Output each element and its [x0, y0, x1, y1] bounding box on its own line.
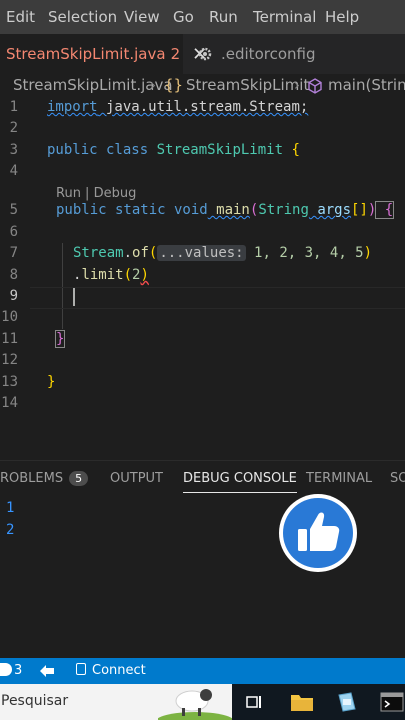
array-brackets: []	[351, 202, 368, 218]
breadcrumb-class[interactable]: StreamSkipLimit	[186, 76, 309, 94]
menu-go[interactable]: Go	[173, 8, 194, 26]
line-number: 14	[1, 395, 18, 411]
class-name: Stream	[73, 245, 124, 261]
tab-label: .editorconfig	[221, 45, 316, 63]
error-count[interactable]: 3	[14, 663, 22, 678]
codelens-run-debug[interactable]: Run | Debug	[56, 186, 136, 201]
line-number: 12	[1, 352, 18, 368]
menu-terminal[interactable]: Terminal	[253, 8, 316, 26]
line-number: 5	[9, 202, 18, 218]
code-line-8[interactable]: .limit(2)	[73, 267, 149, 283]
folder-icon[interactable]	[290, 692, 314, 712]
tab-label: ROBLEMS	[0, 471, 64, 486]
paren: (	[123, 267, 133, 283]
indent-guide	[62, 243, 63, 329]
keyword: public static void	[56, 202, 208, 218]
line-number: 2	[9, 120, 18, 136]
code-line-5[interactable]: public static void main(String args[]) {	[56, 201, 395, 219]
editor-tab-bar: StreamSkipLimit.java 2 ✕ .editorconfig	[0, 34, 405, 74]
brace: {	[375, 201, 395, 219]
numbers: 1, 2, 3, 4, 5	[245, 245, 364, 261]
line-number: 1	[9, 99, 18, 115]
search-placeholder: Pesquisar	[1, 693, 69, 709]
tab-more[interactable]: SO	[390, 471, 405, 486]
terminal-icon[interactable]	[380, 692, 404, 712]
menu-edit[interactable]: Edit	[6, 8, 35, 26]
thumbs-up-icon[interactable]	[278, 493, 358, 573]
method-name: limit	[81, 267, 124, 283]
status-bar: 3 Connect	[0, 658, 405, 684]
bottom-panel: ROBLEMS 5 OUTPUT DEBUG CONSOLE TERMINAL S…	[0, 460, 405, 656]
chevron-right-icon: ›	[150, 76, 156, 94]
code-line-1[interactable]: import java.util.stream.Stream;	[47, 99, 308, 115]
dot: .	[123, 245, 133, 261]
line-number: 8	[9, 267, 18, 283]
class-name: StreamSkipLimit	[148, 142, 284, 158]
console-output-line: 1	[6, 500, 15, 516]
tab-editorconfig[interactable]: .editorconfig	[183, 34, 343, 74]
tab-output[interactable]: OUTPUT	[110, 471, 163, 486]
parameter-hint: ...values:	[157, 245, 246, 261]
paren: )	[363, 245, 373, 261]
line-number: 6	[9, 224, 18, 240]
param-name: args	[308, 202, 352, 218]
import-path: java.util.stream.Stream;	[97, 99, 309, 115]
database-icon	[76, 663, 86, 675]
search-illustration	[158, 689, 232, 720]
tab-terminal[interactable]: TERMINAL	[306, 471, 372, 486]
paren: )	[140, 267, 149, 283]
menu-selection[interactable]: Selection	[48, 8, 117, 26]
breadcrumb: StreamSkipLimit.java › {} StreamSkipLimi…	[0, 74, 405, 98]
line-number: 13	[1, 374, 18, 390]
gear-icon	[198, 47, 212, 61]
method-name: main	[207, 202, 250, 218]
brace: }	[54, 330, 66, 348]
code-line-7[interactable]: Stream.of(...values: 1, 2, 3, 4, 5)	[73, 245, 372, 261]
line-number: 9	[9, 288, 18, 304]
type-name: String	[258, 202, 309, 218]
tab-streamskiplimit[interactable]: StreamSkipLimit.java 2 ✕	[0, 34, 207, 74]
line-number: 7	[9, 245, 18, 261]
keyword: import	[47, 99, 98, 115]
menu-help[interactable]: Help	[325, 8, 359, 26]
tab-problem-count: 2	[170, 45, 181, 63]
line-number: 4	[9, 163, 18, 179]
line-number: 3	[9, 142, 18, 158]
text-cursor	[73, 288, 75, 306]
error-icon	[0, 663, 12, 676]
menu-view[interactable]: View	[124, 8, 160, 26]
task-view-icon[interactable]	[245, 693, 263, 711]
connect-button[interactable]: Connect	[92, 663, 146, 678]
tab-label: StreamSkipLimit.java	[6, 45, 166, 63]
chevron-right-icon: ›	[294, 76, 300, 94]
keyword: public class	[47, 142, 149, 158]
taskbar-search[interactable]: Pesquisar	[0, 684, 232, 720]
breadcrumb-method[interactable]: main(String	[328, 76, 405, 94]
cube-icon	[308, 78, 322, 94]
code-line-3[interactable]: public class StreamSkipLimit {	[47, 142, 300, 158]
brace: {	[283, 142, 300, 158]
menu-bar: Edit Selection View Go Run Terminal Help	[0, 0, 405, 34]
method-name: of	[132, 245, 149, 261]
code-line-11[interactable]: }	[54, 330, 66, 348]
problems-badge: 5	[69, 471, 89, 486]
taskbar: Pesquisar	[0, 684, 405, 720]
brace: }	[47, 374, 56, 390]
line-number: 10	[1, 309, 18, 325]
tab-problems[interactable]: ROBLEMS 5	[0, 471, 89, 486]
breadcrumb-file[interactable]: StreamSkipLimit.java	[13, 76, 173, 94]
console-output-line: 2	[6, 522, 15, 538]
code-line-13[interactable]: }	[47, 374, 55, 390]
remote-icon[interactable]	[38, 663, 56, 679]
line-number: 11	[1, 331, 18, 347]
class-icon: {}	[164, 76, 184, 94]
menu-run[interactable]: Run	[209, 8, 238, 26]
tab-debug-console[interactable]: DEBUG CONSOLE	[183, 471, 297, 493]
app-icon[interactable]	[336, 691, 358, 713]
current-line-highlight	[30, 287, 405, 309]
